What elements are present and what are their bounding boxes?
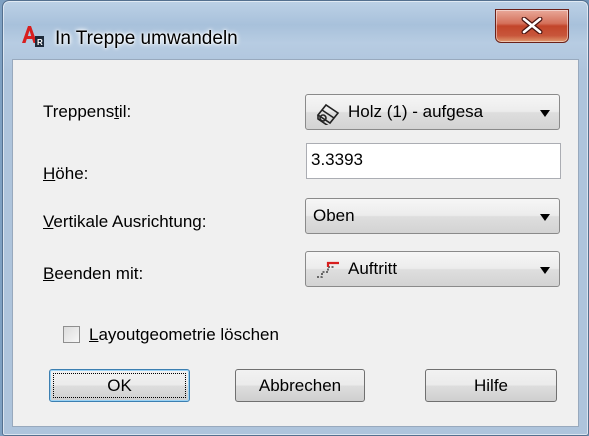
autocad-architecture-icon: R	[21, 24, 45, 48]
height-label: Höhe:	[43, 164, 88, 184]
vertical-alignment-label-text: Vertikale Ausrichtung:	[43, 212, 207, 231]
end-with-value: Auftritt	[348, 259, 398, 278]
end-with-label-text: Beenden mit:	[43, 264, 144, 283]
height-value: 3.3393	[311, 150, 363, 169]
help-button[interactable]: Hilfe	[425, 369, 557, 402]
height-input[interactable]: 3.3393	[306, 143, 561, 179]
stair-style-icon	[314, 101, 342, 130]
chevron-down-icon	[540, 267, 550, 274]
style-dropdown[interactable]: Holz (1) - aufgesa	[305, 94, 560, 130]
end-with-label: Beenden mit:	[43, 264, 143, 284]
end-with-dropdown[interactable]: Auftritt	[305, 251, 560, 287]
cancel-button-label: Abbrechen	[258, 376, 342, 395]
window-title: In Treppe umwandeln	[55, 28, 238, 49]
vertical-alignment-label: Vertikale Ausrichtung:	[43, 212, 207, 232]
vertical-alignment-dropdown[interactable]: Oben	[305, 198, 560, 234]
height-label-text: Höhe:	[43, 164, 89, 183]
riser-tread-icon	[316, 261, 340, 284]
svg-text:R: R	[37, 38, 43, 47]
focus-rectangle	[53, 373, 186, 398]
close-button[interactable]	[495, 9, 569, 43]
cancel-button[interactable]: Abbrechen	[235, 369, 365, 402]
dialog-window: R In Treppe umwandeln Treppenstil: Holz …	[2, 0, 589, 436]
style-value: Holz (1) - aufgesa	[348, 102, 484, 121]
vertical-alignment-value: Oben	[313, 206, 355, 225]
chevron-down-icon	[540, 214, 550, 221]
close-icon	[521, 17, 543, 34]
delete-layout-geometry-label[interactable]: Layoutgeometrie löschen	[89, 325, 279, 345]
chevron-down-icon	[540, 110, 550, 117]
style-label-text: Treppenstil:	[43, 102, 132, 121]
delete-layout-geometry-checkbox[interactable]	[63, 326, 80, 343]
style-label: Treppenstil:	[43, 102, 131, 122]
help-button-label: Hilfe	[473, 376, 508, 395]
dialog-body: Treppenstil: Holz (1) - aufgesa Höhe: 3.…	[12, 59, 579, 427]
ok-button[interactable]: OK	[49, 369, 190, 402]
